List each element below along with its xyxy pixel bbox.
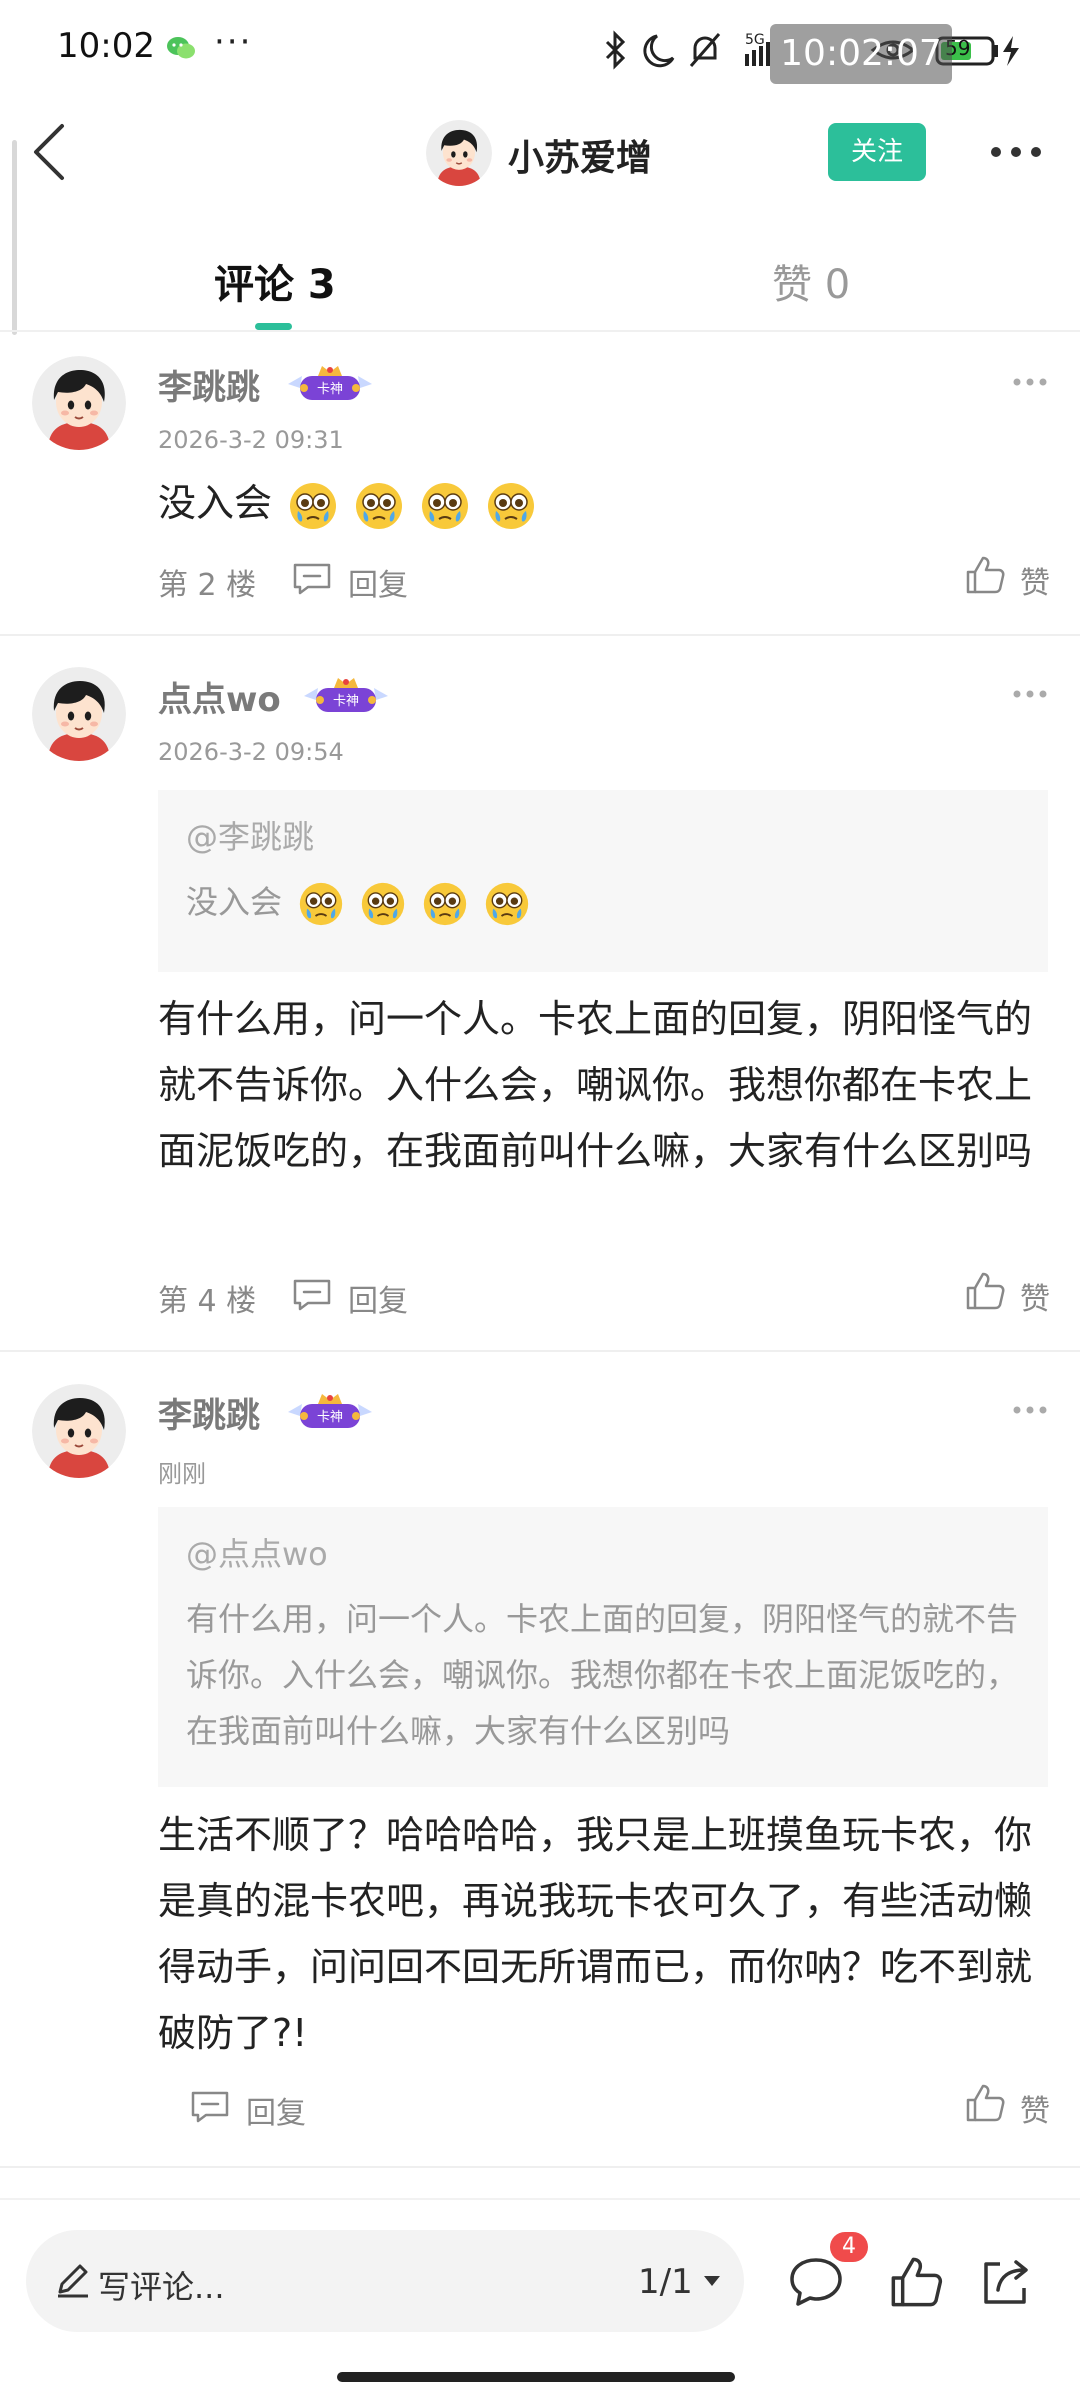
status-time: 10:02 (57, 26, 155, 66)
page-indicator[interactable]: 1/1 (638, 2262, 693, 2302)
comment-more-icon[interactable] (1012, 376, 1048, 388)
avatar[interactable] (32, 356, 126, 450)
comment-username[interactable]: 点点wo (158, 672, 281, 721)
comment-divider (0, 634, 1080, 636)
comment-more-icon[interactable] (1012, 688, 1048, 700)
home-indicator[interactable] (337, 2372, 735, 2382)
moon-icon (643, 34, 675, 68)
comment-text: 没入会 (158, 481, 273, 525)
comment-time: 2026-3-2 09:54 (158, 738, 344, 766)
comment-username[interactable]: 李跳跳 (158, 1388, 260, 1437)
more-options-icon[interactable] (988, 128, 1044, 176)
quoted-comment[interactable]: @点点wo 有什么用，问一个人。卡农上面的回复，阴阳怪气的就不告诉你。入什么会，… (158, 1507, 1048, 1787)
reply-icon (293, 1279, 331, 1311)
charging-icon (1003, 36, 1019, 66)
svg-text:卡神: 卡神 (317, 382, 343, 397)
status-bar: 10:02 ··· 5G 59 10:02:07 (0, 0, 1080, 100)
comment-count-badge: 4 (830, 2232, 868, 2262)
floor-number: 第 4 楼 (158, 1284, 257, 1319)
like-button[interactable]: 赞 (964, 554, 1054, 601)
floor-number: 第 2 楼 (158, 568, 257, 603)
tab-active-indicator (255, 323, 292, 330)
reply-label: 回复 (246, 2096, 306, 2131)
comment-username[interactable]: 李跳跳 (158, 360, 260, 409)
caret-down-icon[interactable] (702, 2274, 722, 2288)
kashen-badge-icon: 卡神 (298, 674, 394, 718)
thumbs-up-icon (966, 1272, 1005, 1310)
crying-emoji-icon (484, 881, 530, 927)
comment-body: 没入会 (158, 470, 1048, 536)
svg-text:卡神: 卡神 (317, 1410, 343, 1425)
follow-button[interactable]: 关注 (828, 123, 926, 181)
comment-divider (0, 1350, 1080, 1352)
crying-emoji-icon (289, 481, 338, 530)
thumbs-up-icon[interactable] (888, 2254, 944, 2310)
like-button[interactable]: 赞 (964, 2082, 1054, 2129)
kashen-badge-icon: 卡神 (282, 1390, 378, 1434)
quote-text: 有什么用，问一个人。卡农上面的回复，阴阳怪气的就不告诉你。入什么会，嘲讽你。我想… (186, 1600, 1019, 1750)
status-more-icon: ··· (214, 22, 253, 62)
avatar[interactable] (32, 667, 126, 761)
quoted-comment[interactable]: @李跳跳 没入会 (158, 790, 1048, 972)
comment-more-icon[interactable] (1012, 1404, 1048, 1416)
reply-icon (293, 563, 331, 595)
thumbs-up-icon (966, 2084, 1005, 2122)
like-button[interactable]: 赞 (964, 1270, 1054, 1317)
quote-body: 没入会 (186, 874, 1026, 930)
quote-mention: @点点wo (186, 1535, 328, 1573)
share-icon[interactable] (978, 2254, 1034, 2310)
tab-likes[interactable]: 赞 0 (772, 252, 850, 310)
comment-time: 2026-3-2 09:31 (158, 426, 344, 454)
pen-icon (58, 2264, 88, 2298)
svg-text:5G: 5G (745, 32, 765, 48)
quote-text: 没入会 (186, 883, 283, 921)
like-label: 赞 (1020, 566, 1050, 601)
tab-comments[interactable]: 评论 3 (214, 252, 336, 310)
scroll-indicator (12, 140, 17, 335)
reply-button[interactable]: 回复 (292, 1276, 422, 1319)
bluetooth-icon (605, 30, 626, 70)
comment-divider (0, 2166, 1080, 2168)
thumbs-up-icon (966, 556, 1005, 594)
crying-emoji-icon (421, 481, 470, 530)
like-label: 赞 (1020, 2094, 1050, 2129)
like-label: 赞 (1020, 1282, 1050, 1317)
author-avatar[interactable] (426, 120, 492, 186)
svg-text:卡神: 卡神 (333, 694, 359, 709)
screen-record-time: 10:02:07 (770, 24, 952, 84)
wechat-notification-icon (167, 37, 195, 59)
reply-icon (191, 2091, 229, 2123)
comment-text: 有什么用，问一个人。卡农上面的回复，阴阳怪气的就不告诉你。入什么会，嘲讽你。我想… (158, 997, 1033, 1173)
quote-mention: @李跳跳 (186, 818, 315, 856)
comment-time: 刚刚 (158, 1460, 206, 1488)
write-comment-input[interactable]: 写评论... 1/1 (26, 2230, 744, 2332)
reply-label: 回复 (348, 1284, 408, 1319)
crying-emoji-icon (487, 481, 536, 530)
crying-emoji-icon (422, 881, 468, 927)
comment-icon[interactable] (788, 2254, 844, 2310)
author-name[interactable]: 小苏爱增 (508, 129, 652, 181)
crying-emoji-icon (360, 881, 406, 927)
reply-button[interactable]: 回复 (292, 560, 422, 603)
tabs-divider (0, 330, 1080, 332)
mute-bell-icon (689, 33, 721, 67)
reply-label: 回复 (348, 568, 408, 603)
back-icon[interactable] (22, 120, 82, 184)
reply-button[interactable]: 回复 (190, 2088, 320, 2131)
crying-emoji-icon (298, 881, 344, 927)
comment-text: 生活不顺了？哈哈哈哈，我只是上班摸鱼玩卡农，你是真的混卡农吧，再说我玩卡农可久了… (158, 1813, 1033, 2055)
write-comment-placeholder: 写评论... (98, 2268, 225, 2306)
avatar[interactable] (32, 1384, 126, 1478)
bottom-bar-divider (0, 2198, 1080, 2200)
kashen-badge-icon: 卡神 (282, 362, 378, 406)
crying-emoji-icon (355, 481, 404, 530)
